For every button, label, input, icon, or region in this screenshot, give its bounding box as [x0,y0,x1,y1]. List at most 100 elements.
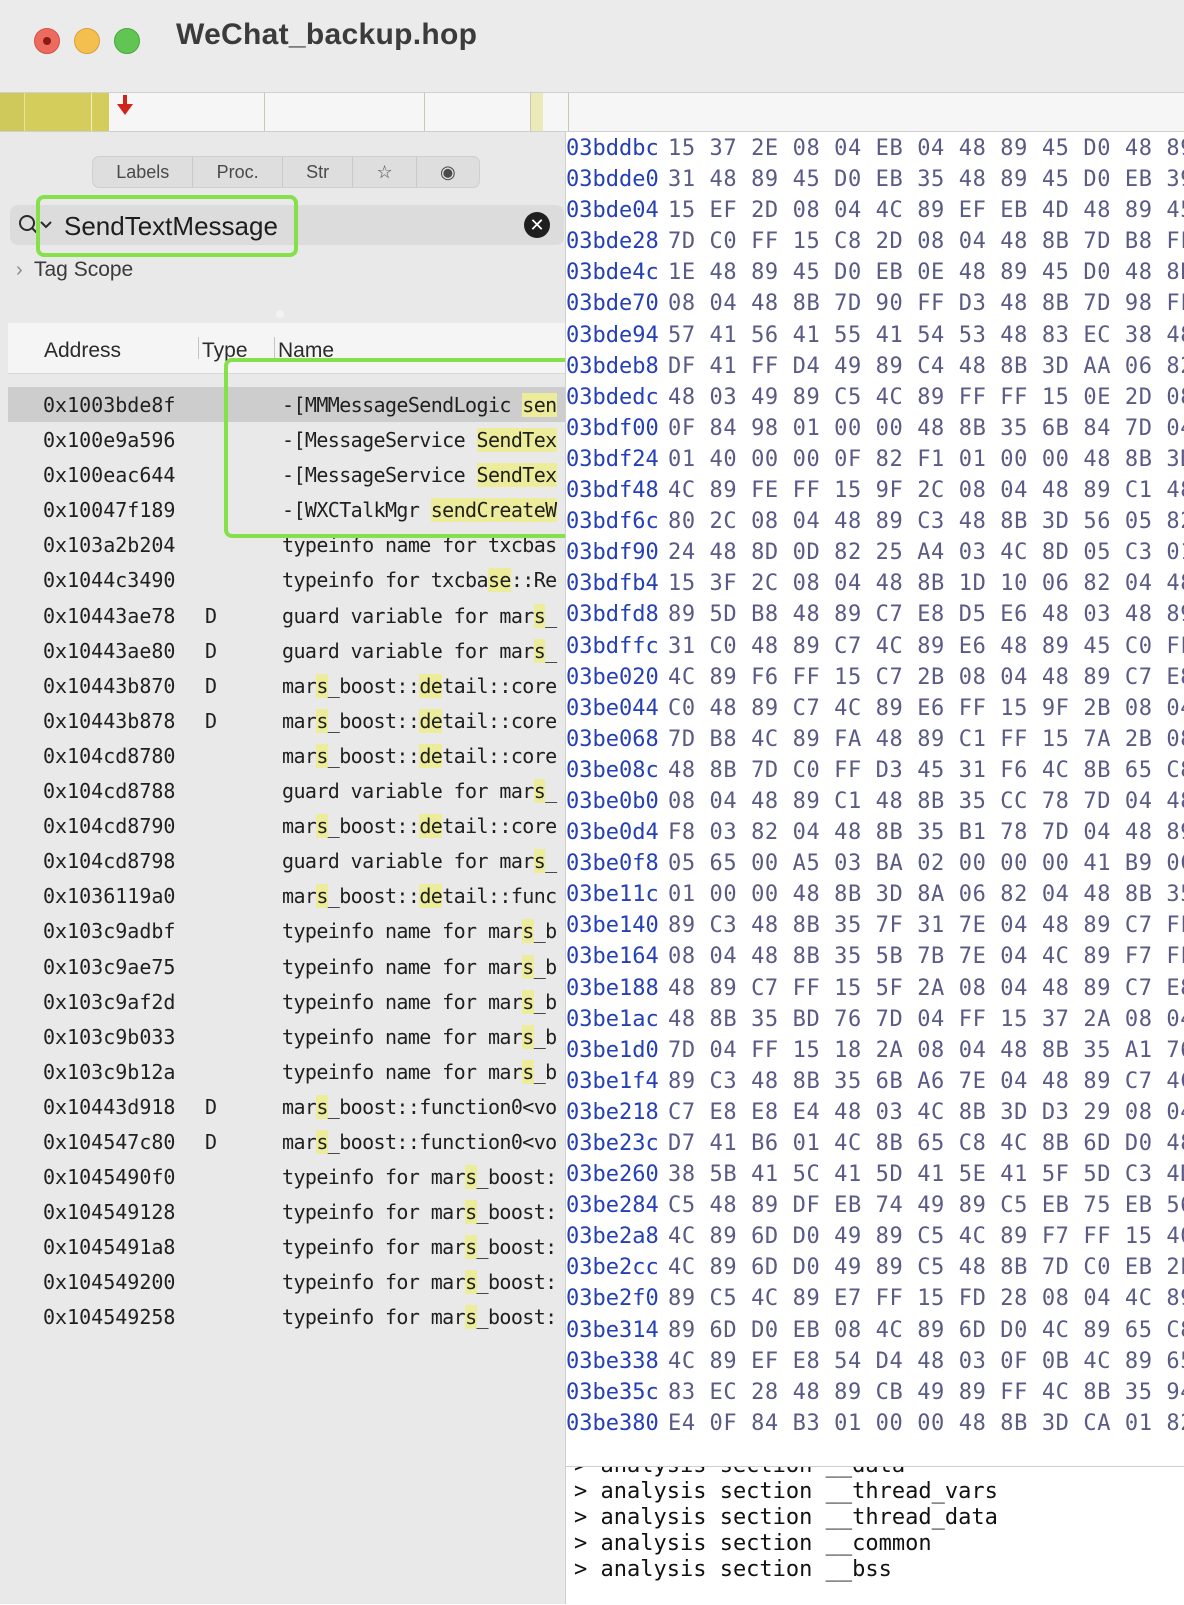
hex-bytes[interactable]: 31 C0 48 89 C7 4C 89 E6 48 89 45 C0 FF [668,634,1184,659]
hex-bytes[interactable]: 38 5B 41 5C 41 5D 41 5E 41 5F 5D C3 4D [668,1162,1184,1187]
hex-row[interactable]: 03bdf48 4C 89 FE FF 15 9F 2C 08 04 48 89 … [566,474,1184,505]
hex-bytes[interactable]: 48 8B 35 BD 76 7D 04 FF 15 37 2A 08 04 [668,1007,1184,1032]
hex-bytes[interactable]: 4C 89 F6 FF 15 C7 2B 08 04 48 89 C7 E8 [668,665,1184,690]
hex-bytes[interactable]: DF 41 FF D4 49 89 C4 48 8B 3D AA 06 82 [668,354,1184,379]
table-row[interactable]: 0x103c9b033 typeinfo name for mars_b [8,1019,566,1054]
hex-bytes[interactable]: 15 3F 2C 08 04 48 8B 1D 10 06 82 04 48 [668,571,1184,596]
hex-bytes[interactable]: 7D C0 FF 15 C8 2D 08 04 48 8B 7D B8 FF [668,229,1184,254]
hex-row[interactable]: 03be11c 01 00 00 48 8B 3D 8A 06 82 04 48 … [566,878,1184,909]
tag-scope-disclosure[interactable]: › Tag Scope [16,258,133,282]
hex-bytes[interactable]: 4C 89 EF E8 54 D4 48 03 0F 0B 4C 89 65 [668,1349,1184,1374]
hex-bytes[interactable]: 01 00 00 48 8B 3D 8A 06 82 04 48 8B 35 [668,882,1184,907]
nav-segment[interactable] [0,93,24,131]
hex-bytes[interactable]: 31 48 89 45 D0 EB 35 48 89 45 D0 EB 39 [668,167,1184,192]
column-divider[interactable] [274,337,275,359]
hex-bytes[interactable]: D7 41 B6 01 4C 8B 65 C8 4C 8B 6D D0 48 [668,1131,1184,1156]
hex-bytes[interactable]: 89 5D B8 48 89 C7 E8 D5 E6 48 03 48 89 [668,602,1184,627]
hex-row[interactable]: 03bdf24 01 40 00 00 0F 82 F1 01 00 00 48 … [566,443,1184,474]
hex-row[interactable]: 03bdffc 31 C0 48 89 C7 4C 89 E6 48 89 45 … [566,630,1184,661]
hex-row[interactable]: 03bde70 08 04 48 8B 7D 90 FF D3 48 8B 7D … [566,287,1184,318]
hex-bytes[interactable]: 15 EF 2D 08 04 4C 89 EF EB 4D 48 89 45 [668,198,1184,223]
hex-bytes[interactable]: E4 0F 84 B3 01 00 00 48 8B 3D CA 01 82 [668,1411,1184,1436]
hex-row[interactable]: 03be164 08 04 48 8B 35 5B 7B 7E 04 4C 89 … [566,940,1184,971]
hex-bytes[interactable]: 08 04 48 8B 7D 90 FF D3 48 8B 7D 98 FF [668,291,1184,316]
table-row[interactable]: 0x1045490f0 typeinfo for mars_boost: [8,1159,566,1194]
table-row[interactable]: 0x1044c3490 typeinfo for txcbase::Re [8,562,566,597]
hex-row[interactable]: 03be08c 48 8B 7D C0 FF D3 45 31 F6 4C 8B … [566,754,1184,785]
hex-row[interactable]: 03bdeb8 DF 41 FF D4 49 89 C4 48 8B 3D AA … [566,350,1184,381]
hex-row[interactable]: 03be1ac 48 8B 35 BD 76 7D 04 FF 15 37 2A … [566,1003,1184,1034]
hex-row[interactable]: 03bdf00 0F 84 98 01 00 00 48 8B 35 6B 84 … [566,412,1184,443]
table-row[interactable]: 0x104547c80 Dmars_boost::function0<vo [8,1124,566,1159]
hex-row[interactable]: 03bdfb4 15 3F 2C 08 04 48 8B 1D 10 06 82 … [566,567,1184,598]
hex-bytes[interactable]: 15 37 2E 08 04 EB 04 48 89 45 D0 48 89 [668,136,1184,161]
hex-bytes[interactable]: 57 41 56 41 55 41 54 53 48 83 EC 38 48 [668,323,1184,348]
minimize-window-button[interactable] [74,28,100,54]
hex-row[interactable]: 03bde28 7D C0 FF 15 C8 2D 08 04 48 8B 7D … [566,225,1184,256]
table-row[interactable]: 0x104549258 typeinfo for mars_boost: [8,1299,566,1334]
hex-row[interactable]: 03be044 C0 48 89 C7 4C 89 E6 FF 15 9F 2B … [566,692,1184,723]
nav-segment[interactable] [531,93,543,131]
clear-search-button[interactable]: ✕ [524,212,550,238]
hex-row[interactable]: 03be35c 83 EC 28 48 89 CB 49 89 FF 4C 8B … [566,1376,1184,1407]
hex-row[interactable]: 03bde4c 1E 48 89 45 D0 EB 0E 48 89 45 D0 … [566,256,1184,287]
hex-row[interactable]: 03be380 E4 0F 84 B3 01 00 00 48 8B 3D CA … [566,1407,1184,1438]
hex-row[interactable]: 03be284 C5 48 89 DF EB 74 49 89 C5 EB 75 … [566,1189,1184,1220]
hex-bytes[interactable]: C5 48 89 DF EB 74 49 89 C5 EB 75 EB 56 [668,1193,1184,1218]
hex-bytes[interactable]: 48 89 C7 FF 15 5F 2A 08 04 48 89 C7 E8 [668,976,1184,1001]
hex-row[interactable]: 03bdfd8 89 5D B8 48 89 C7 E8 D5 E6 48 03 … [566,598,1184,629]
table-row[interactable]: 0x103c9b12a typeinfo name for mars_b [8,1054,566,1089]
hex-bytes[interactable]: 05 65 00 A5 03 BA 02 00 00 00 41 B9 0C [668,851,1184,876]
table-row[interactable]: 0x10443b870 Dmars_boost::detail::core [8,668,566,703]
hex-row[interactable]: 03bddbc 15 37 2E 08 04 EB 04 48 89 45 D0 … [566,132,1184,163]
hex-row[interactable]: 03be314 89 6D D0 EB 08 4C 89 6D D0 4C 89 … [566,1314,1184,1345]
hex-row[interactable]: 03bdf6c 80 2C 08 04 48 89 C3 48 8B 3D 56 … [566,505,1184,536]
table-row[interactable]: 0x103c9ae75 typeinfo name for mars_b [8,949,566,984]
hex-row[interactable]: 03bdf90 24 48 8D 0D 82 25 A4 03 4C 8D 05 … [566,536,1184,567]
table-row[interactable]: 0x10443ae78 Dguard variable for mars_ [8,598,566,633]
table-row[interactable]: 0x104cd8790 mars_boost::detail::core [8,808,566,843]
sidebar-mode-segmented-control[interactable]: Labels Proc. Str ☆ ◉ [92,156,480,188]
hex-bytes[interactable]: 89 6D D0 EB 08 4C 89 6D D0 4C 89 65 C8 [668,1318,1184,1343]
tab-tags-dot-icon[interactable]: ◉ [417,157,479,187]
hex-row[interactable]: 03be2f0 89 C5 4C 89 E7 FF 15 FD 28 08 04 … [566,1282,1184,1313]
tab-strings[interactable]: Str [283,157,354,187]
tab-bookmarks-star-icon[interactable]: ☆ [353,157,417,187]
nav-segment[interactable] [92,93,109,131]
hex-bytes[interactable]: 7D B8 4C 89 FA 48 89 C1 FF 15 7A 2B 08 [668,727,1184,752]
hex-bytes[interactable]: 7D 04 FF 15 18 2A 08 04 48 8B 35 A1 76 [668,1038,1184,1063]
hex-bytes[interactable]: F8 03 82 04 48 8B 35 B1 78 7D 04 48 89 [668,820,1184,845]
hex-bytes[interactable]: 48 03 49 89 C5 4C 89 FF FF 15 0E 2D 08 [668,385,1184,410]
hex-bytes[interactable]: 4C 89 FE FF 15 9F 2C 08 04 48 89 C1 48 [668,478,1184,503]
table-row[interactable]: 0x104cd8780 mars_boost::detail::core [8,738,566,773]
hex-row[interactable]: 03be068 7D B8 4C 89 FA 48 89 C1 FF 15 7A … [566,723,1184,754]
hex-bytes[interactable]: 08 04 48 89 C1 48 8B 35 CC 78 7D 04 48 [668,789,1184,814]
hex-row[interactable]: 03be218 C7 E8 E8 E4 48 03 4C 8B 3D D3 29 … [566,1096,1184,1127]
hex-bytes[interactable]: 89 C3 48 8B 35 6B A6 7E 04 48 89 C7 4C [668,1069,1184,1094]
hex-row[interactable]: 03be0f8 05 65 00 A5 03 BA 02 00 00 00 41 … [566,847,1184,878]
hex-row[interactable]: 03be140 89 C3 48 8B 35 7F 31 7E 04 48 89 … [566,909,1184,940]
hex-bytes[interactable]: 4C 89 6D D0 49 89 C5 48 8B 7D C0 EB 2E [668,1255,1184,1280]
hex-row[interactable]: 03be2a8 4C 89 6D D0 49 89 C5 4C 89 F7 FF … [566,1220,1184,1251]
hex-bytes[interactable]: 24 48 8D 0D 82 25 A4 03 4C 8D 05 C3 01 [668,540,1184,565]
tab-labels[interactable]: Labels [93,157,194,187]
table-row[interactable]: 0x1036119a0 mars_boost::detail::func [8,878,566,913]
hex-bytes[interactable]: 4C 89 6D D0 49 89 C5 4C 89 F7 FF 15 40 [668,1224,1184,1249]
hex-bytes[interactable]: 89 C3 48 8B 35 7F 31 7E 04 48 89 C7 FF [668,913,1184,938]
hex-bytes[interactable]: 89 C5 4C 89 E7 FF 15 FD 28 08 04 4C 89 [668,1286,1184,1311]
log-console[interactable]: > analysis section __data> analysis sect… [566,1466,1184,1605]
hex-row[interactable]: 03be1d0 7D 04 FF 15 18 2A 08 04 48 8B 35 … [566,1034,1184,1065]
segment-navigation-bar[interactable] [0,93,1184,132]
hex-view[interactable]: 03bddbc 15 37 2E 08 04 EB 04 48 89 45 D0 … [566,132,1184,1468]
hex-bytes[interactable]: 1E 48 89 45 D0 EB 0E 48 89 45 D0 48 8B [668,260,1184,285]
hex-row[interactable]: 03bdde0 31 48 89 45 D0 EB 35 48 89 45 D0 … [566,163,1184,194]
hex-bytes[interactable]: C0 48 89 C7 4C 89 E6 FF 15 9F 2B 08 04 [668,696,1184,721]
table-row[interactable]: 0x10443ae80 Dguard variable for mars_ [8,633,566,668]
hex-bytes[interactable]: 48 8B 7D C0 FF D3 45 31 F6 4C 8B 65 C8 [668,758,1184,783]
table-row[interactable]: 0x104cd8788 guard variable for mars_ [8,773,566,808]
tab-procedures[interactable]: Proc. [193,157,283,187]
zoom-window-button[interactable] [114,28,140,54]
hex-row[interactable]: 03be020 4C 89 F6 FF 15 C7 2B 08 04 48 89 … [566,661,1184,692]
table-row[interactable]: 0x103c9adbf typeinfo name for mars_b [8,913,566,948]
hex-bytes[interactable]: 83 EC 28 48 89 CB 49 89 FF 4C 8B 35 94 [668,1380,1184,1405]
